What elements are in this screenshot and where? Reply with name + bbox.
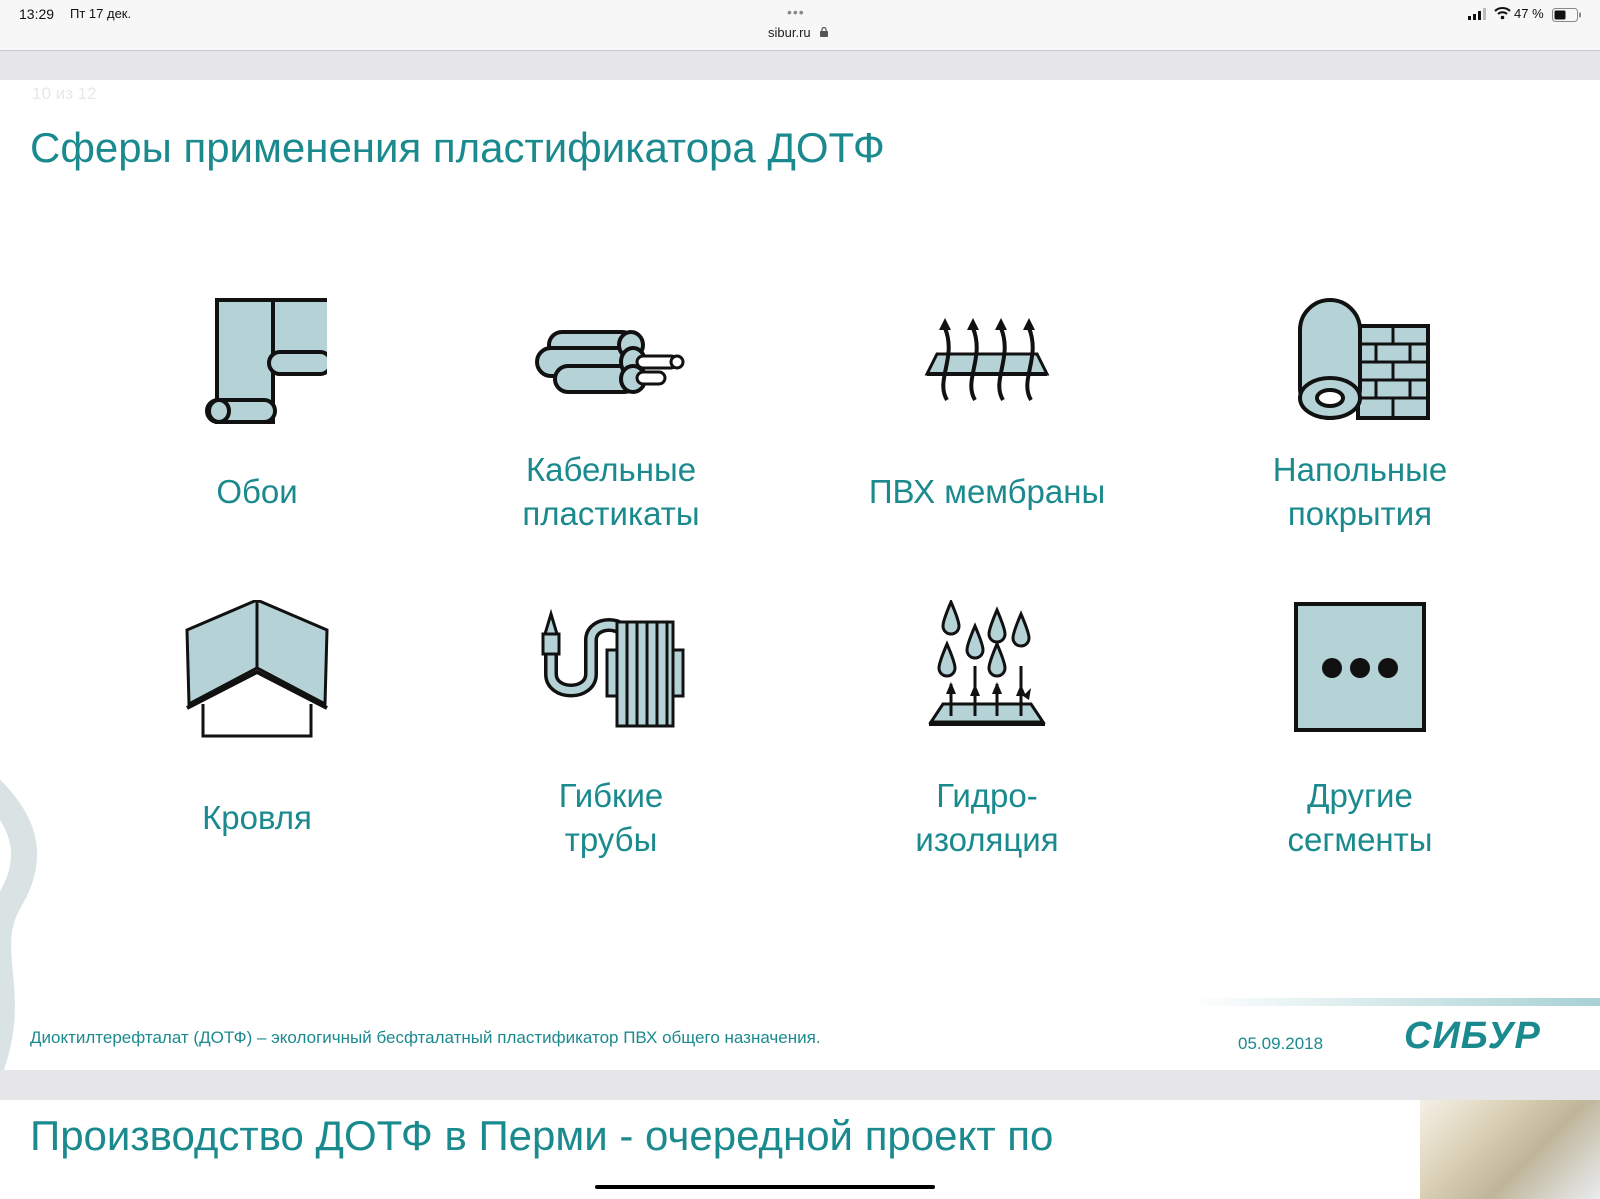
footer-description: Диоктилтерефталат (ДОТФ) – экологичный б… [30,1028,821,1047]
home-indicator[interactable] [595,1185,935,1189]
slide-title: Сферы применения пластификатора ДОТФ [30,124,885,171]
next-slide-title: Производство ДОТФ в Перми - очередной пр… [30,1112,1054,1159]
status-bar: 13:29 Пт 17 дек. ••• sibur.ru 47 % [0,0,1600,51]
footer-date: 05.09.2018 [1238,1034,1324,1053]
tile-label: Другие сегменты [1287,777,1433,858]
tile-label: ПВХ мембраны [868,473,1106,510]
more-icon [1294,602,1426,732]
address-url[interactable]: sibur.ru [768,25,811,40]
status-time: 13:29 [19,6,55,22]
wallpaper-roll-icon [205,298,327,424]
tile-hoses[interactable]: Гибкие трубы [441,600,781,870]
tile-cable[interactable]: Кабельные пластикаты [441,292,781,532]
tile-membrane[interactable]: ПВХ мембраны [817,292,1157,532]
tile-label: Гидро-изоляция [915,777,1059,858]
wifi-icon [1494,7,1511,20]
tile-other-segments[interactable]: Другие сегменты [1190,600,1530,870]
battery-percent: 47 % [1514,6,1544,21]
roof-icon [185,600,329,738]
product-photo [1420,1100,1600,1199]
floor-roll-icon [1298,298,1430,420]
battery-icon [1552,8,1581,22]
lock-icon [820,27,828,37]
waterproofing-icon [928,600,1046,726]
hose-icon [541,608,685,728]
tile-label: Гибкие трубы [558,777,664,858]
decorative-swirl-icon [0,779,38,1070]
tile-flooring[interactable]: Напольные покрытия [1190,292,1530,532]
cable-icon [535,330,685,394]
sibur-logo: СИБУР [1404,1015,1541,1057]
presentation-slide: 10 из 12 Сферы применения пластификатора… [0,80,1600,1070]
tile-label: Напольные покрытия [1272,451,1448,532]
membrane-icon [924,318,1050,402]
cellular-signal-icon [1468,8,1486,20]
tile-waterproofing[interactable]: Гидро-изоляция [817,600,1157,870]
slide-counter: 10 из 12 [32,84,97,103]
tile-label: Кровля [202,799,312,836]
multitasking-dots-icon[interactable]: ••• [787,4,805,20]
tile-roofing[interactable]: Кровля [87,600,427,870]
tile-label: Обои [216,473,298,510]
footer-divider [1190,998,1600,1006]
tile-label: Кабельные пластикаты [522,451,700,532]
tile-wallpaper[interactable]: Обои [87,292,427,532]
status-date: Пт 17 дек. [70,6,132,21]
